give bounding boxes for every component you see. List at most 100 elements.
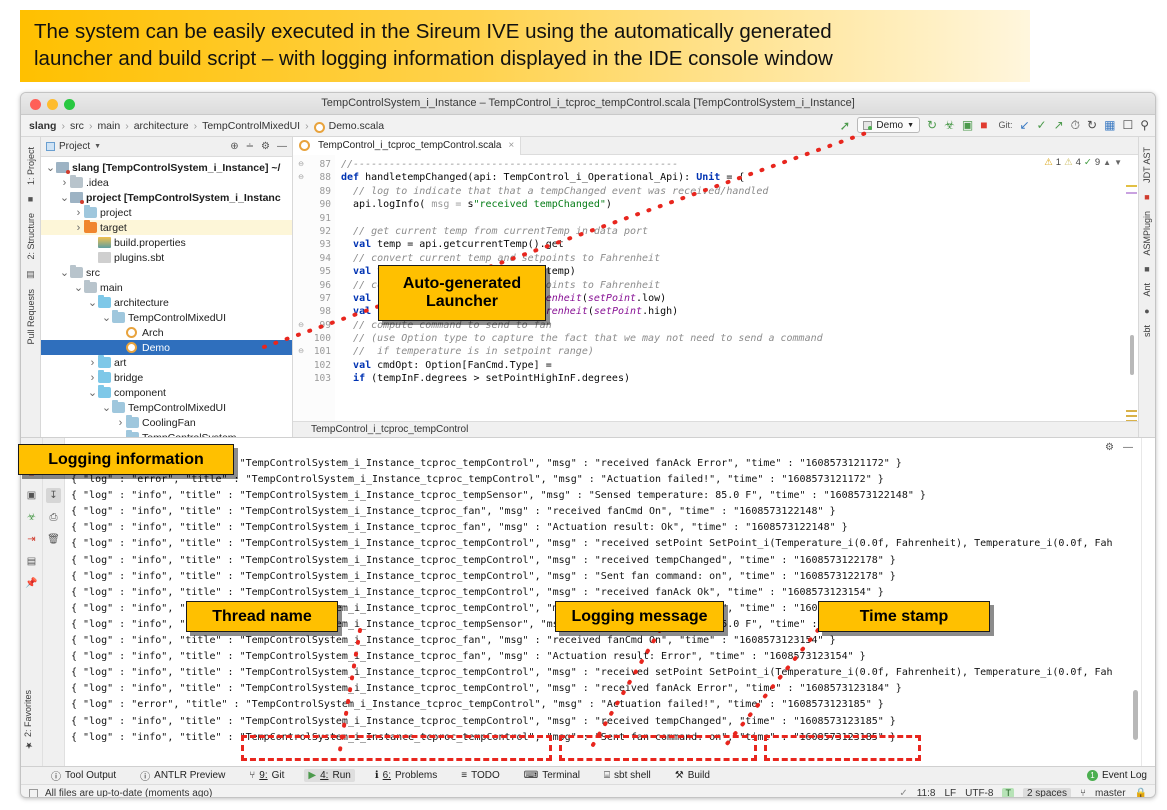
breadcrumb-item-main[interactable]: main: [97, 120, 120, 132]
lock-icon[interactable]: 🔒: [1135, 788, 1147, 799]
tree-item-tempcontrolmixedui[interactable]: ⌄TempControlMixedUI: [41, 310, 292, 325]
structure-icon[interactable]: ▤: [26, 269, 35, 280]
tool-strip-item-ant[interactable]: Ant: [1142, 283, 1152, 297]
chevron-right-icon[interactable]: ›: [73, 207, 84, 219]
tool-window-tab-tool-output[interactable]: ⓘTool Output: [47, 767, 120, 784]
editor-breadcrumb[interactable]: TempControl_i_tcproc_tempControl: [293, 421, 1138, 437]
tool-window-tab-todo[interactable]: ≡TODO: [457, 769, 504, 782]
debug-icon[interactable]: ☣: [944, 119, 955, 131]
tree-item-target[interactable]: ›target: [41, 220, 292, 235]
tree-item-slang-tempcontrolsystem-i-instance[interactable]: ⌄slang [TempControlSystem_i_Instance] ~/: [41, 160, 292, 175]
tree-item-component[interactable]: ⌄component: [41, 385, 292, 400]
project-tree[interactable]: ⌄slang [TempControlSystem_i_Instance] ~/…: [41, 157, 292, 437]
breadcrumb-item-src[interactable]: src: [70, 120, 84, 132]
revert-icon[interactable]: ↻: [1087, 119, 1097, 131]
tree-item-build-properties[interactable]: build.properties: [41, 235, 292, 250]
tree-item-idea[interactable]: ›.idea: [41, 175, 292, 190]
tree-item-art[interactable]: ›art: [41, 355, 292, 370]
chevron-down-icon[interactable]: ⌄: [73, 285, 84, 291]
chevron-right-icon[interactable]: ›: [87, 372, 98, 384]
stop-icon[interactable]: ■: [980, 119, 987, 131]
pin-icon[interactable]: 📌: [24, 576, 39, 591]
chevron-down-icon[interactable]: ⌄: [59, 195, 70, 201]
chevron-right-icon[interactable]: ›: [73, 222, 84, 234]
chevron-right-icon[interactable]: ›: [87, 357, 98, 369]
tool-window-tab-problems[interactable]: ℹ6:Problems: [371, 769, 441, 782]
tool-strip-item-asmplugin[interactable]: ASMPlugin: [1142, 211, 1152, 256]
chevron-down-icon[interactable]: ⌄: [101, 315, 112, 321]
tool-strip-item-jdt-ast[interactable]: JDT AST: [1142, 147, 1152, 183]
tool-window-tab-run[interactable]: ▶4:Run: [304, 769, 354, 782]
layout-icon[interactable]: ▤: [24, 554, 39, 569]
tool-strip-item-sbt[interactable]: sbt: [1142, 325, 1152, 337]
fold-marker-icon[interactable]: ⊖: [293, 345, 309, 358]
clear-all-icon[interactable]: 🗑: [46, 532, 61, 547]
inspection-widget[interactable]: ⚠ 1 ⚠ 4 ✓ 9 ▲ ▼: [1044, 157, 1122, 168]
fold-gutter[interactable]: ⊖⊖⊖⊖: [293, 155, 309, 421]
tool-window-tab-build[interactable]: ⚒Build: [671, 769, 714, 782]
tree-item-src[interactable]: ⌄src: [41, 265, 292, 280]
line-separator[interactable]: LF: [944, 788, 956, 799]
scroll-to-stack-trace-icon[interactable]: ↧: [46, 488, 61, 503]
breadcrumb-item-tempcontrolmixedui[interactable]: TempControlMixedUI: [202, 120, 300, 132]
restart-debug-icon[interactable]: ☣: [24, 510, 39, 525]
git-push-icon[interactable]: ↗: [1054, 119, 1064, 131]
fold-marker-icon[interactable]: ⊖: [293, 171, 309, 184]
tool-strip-item-favorites[interactable]: ★ 2: Favorites: [23, 690, 33, 750]
chevron-down-icon[interactable]: ⌄: [101, 405, 112, 411]
chevron-down-icon[interactable]: ▼: [94, 143, 101, 150]
collapse-all-icon[interactable]: ∸: [246, 141, 254, 152]
console-scrollbar-thumb[interactable]: [1133, 690, 1138, 740]
chevron-down-icon[interactable]: ⌄: [115, 435, 126, 438]
run-configuration-selector[interactable]: Demo ▼: [857, 117, 920, 133]
tree-item-tempcontrolmixedui[interactable]: ⌄TempControlMixedUI: [41, 400, 292, 415]
tool-strip-item-structure[interactable]: 2: Structure: [26, 213, 36, 260]
close-tab-icon[interactable]: ×: [508, 140, 514, 151]
locate-icon[interactable]: ⊕: [230, 141, 238, 152]
tree-item-demo[interactable]: Demo: [41, 340, 292, 355]
git-commit-icon[interactable]: ✓: [1037, 119, 1047, 131]
breadcrumb-item-demo-scala[interactable]: Demo.scala: [329, 120, 384, 132]
tree-item-arch[interactable]: Arch: [41, 325, 292, 340]
build-icon[interactable]: ➚: [840, 119, 851, 132]
fold-marker-icon[interactable]: ⊖: [293, 319, 309, 332]
screenshot-icon[interactable]: ▣: [24, 488, 39, 503]
event-log-button[interactable]: 1Event Log: [1087, 770, 1147, 781]
search-icon[interactable]: ⚲: [1140, 119, 1149, 131]
chevron-down-icon[interactable]: ⌄: [45, 165, 56, 171]
tree-item-plugins-sbt[interactable]: plugins.sbt: [41, 250, 292, 265]
read-only-badge[interactable]: T: [1002, 788, 1014, 798]
terminal-icon[interactable]: ☐: [1122, 119, 1133, 131]
tool-window-tab-terminal[interactable]: ⌨Terminal: [520, 769, 584, 782]
editor-marker-gutter[interactable]: [1124, 155, 1138, 421]
tree-item-project-tempcontrolsystem-i-instanc[interactable]: ⌄project [TempControlSystem_i_Instanc: [41, 190, 292, 205]
breadcrumb-item-slang[interactable]: slang: [29, 120, 56, 132]
inspection-status-icon[interactable]: ✓: [899, 788, 907, 799]
attach-icon[interactable]: ⇥: [24, 532, 39, 547]
chevron-right-icon[interactable]: ›: [115, 417, 126, 429]
tree-item-tempcontrolsystem[interactable]: ⌄TempControlSystem: [41, 430, 292, 437]
project-files-icon[interactable]: ■: [28, 194, 33, 204]
hide-panel-icon[interactable]: —: [1123, 442, 1133, 453]
tool-strip-item-pull-requests[interactable]: Pull Requests: [26, 289, 36, 345]
run-icon[interactable]: ↻: [927, 119, 937, 131]
tool-strip-item-project[interactable]: 1: Project: [26, 147, 36, 185]
caret-position[interactable]: 11:8: [917, 788, 936, 799]
chevron-down-icon[interactable]: ⌄: [59, 270, 70, 276]
git-update-icon[interactable]: ↙: [1019, 119, 1029, 131]
file-encoding[interactable]: UTF-8: [965, 788, 993, 799]
tool-window-tab-sbt-shell[interactable]: ⌸sbt shell: [600, 769, 655, 782]
chevron-right-icon[interactable]: ›: [59, 177, 70, 189]
breadcrumb-item-architecture[interactable]: architecture: [134, 120, 189, 132]
gear-icon[interactable]: ⚙: [1105, 442, 1114, 453]
editor-scrollbar-thumb[interactable]: [1130, 335, 1134, 375]
fold-marker-icon[interactable]: ⊖: [293, 158, 309, 171]
editor-tab-tempcontrol[interactable]: TempControl_i_tcproc_tempControl.scala ×: [293, 137, 521, 155]
hide-panel-icon[interactable]: —: [277, 141, 287, 152]
print-icon[interactable]: ⎙: [46, 510, 61, 525]
next-problem-icon[interactable]: ▼: [1114, 158, 1122, 167]
chevron-down-icon[interactable]: ⌄: [87, 390, 98, 396]
tool-window-tab-antlr-preview[interactable]: ⓘANTLR Preview: [136, 767, 229, 784]
gear-icon[interactable]: ⚙: [261, 141, 270, 152]
prev-problem-icon[interactable]: ▲: [1103, 158, 1111, 167]
